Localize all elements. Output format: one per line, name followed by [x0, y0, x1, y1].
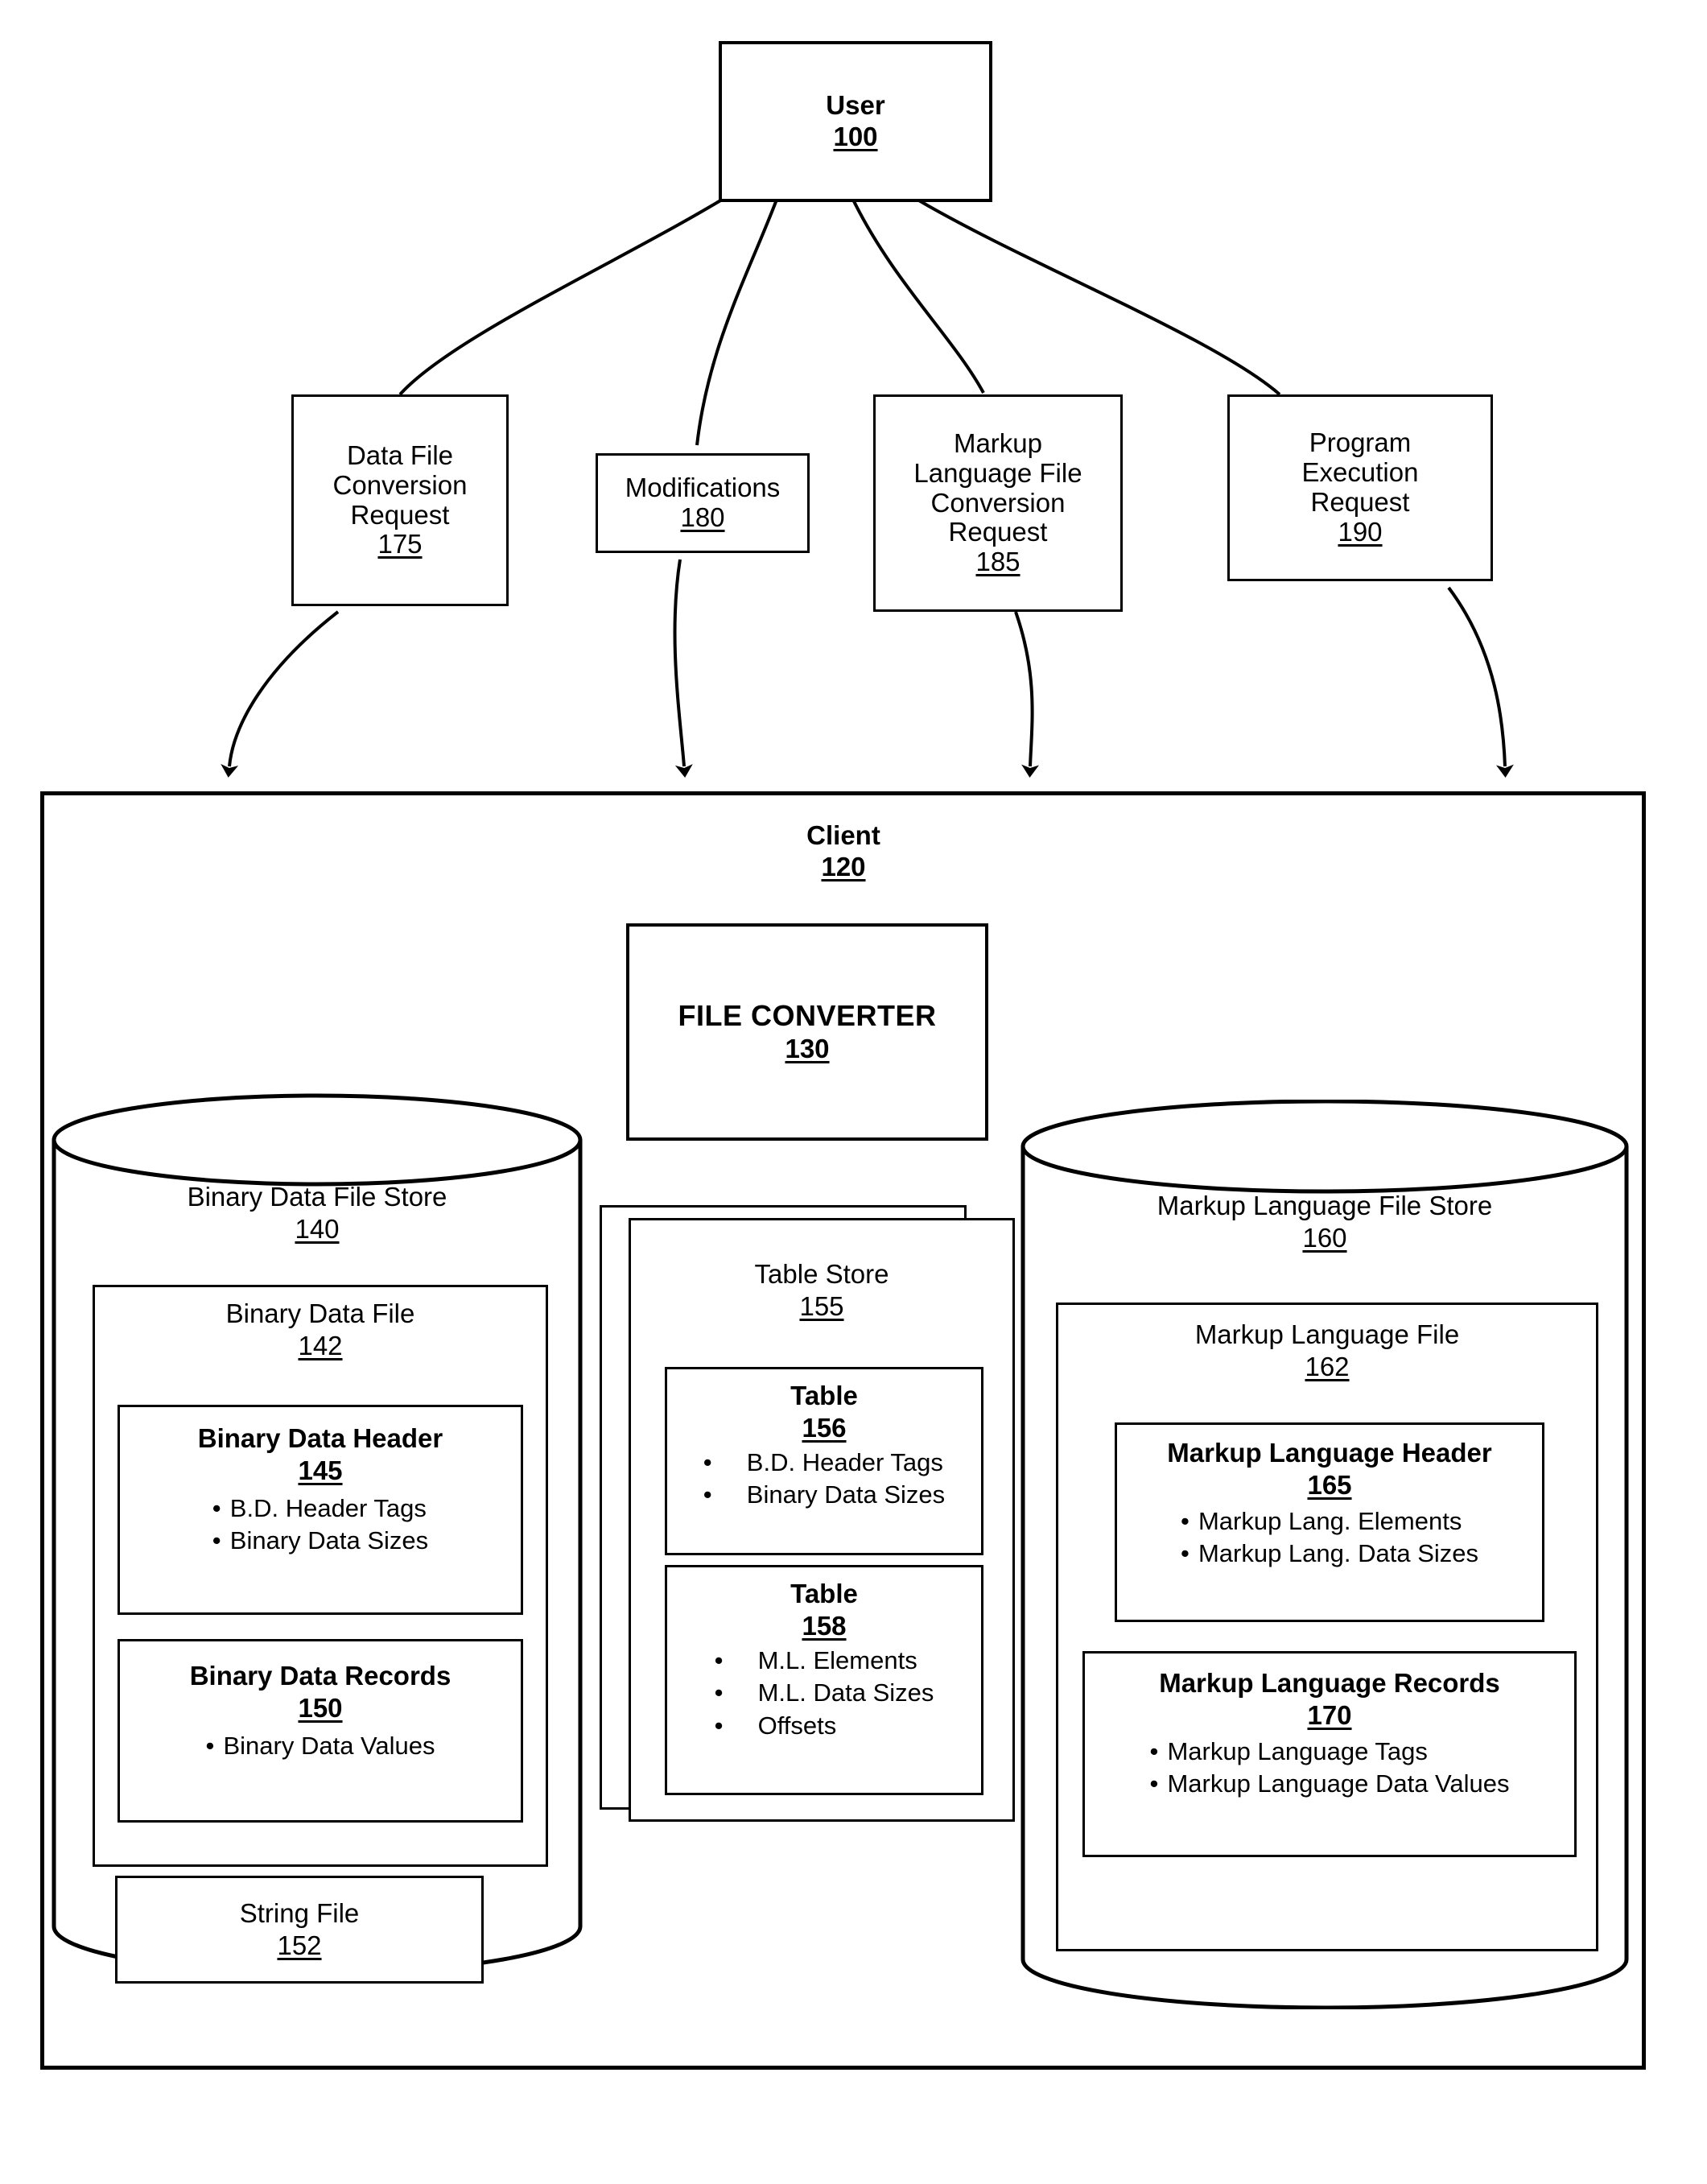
- request-line-2: Conversion: [332, 469, 468, 500]
- markup-language-records-box: Markup Language Records 170 Markup Langu…: [1082, 1651, 1577, 1857]
- file-converter-number: 130: [785, 1033, 830, 1063]
- markup-language-file-store-cylinder: Markup Language File Store 160 Markup La…: [1020, 1100, 1629, 2009]
- markup-language-header-box: Markup Language Header 165 Markup Lang. …: [1115, 1422, 1544, 1622]
- binary-data-records-title: Binary Data Records: [189, 1661, 451, 1691]
- markup-language-records-number: 170: [1307, 1700, 1352, 1730]
- list-item: Markup Language Data Values: [1149, 1768, 1509, 1800]
- markup-language-file-title: Markup Language File: [1194, 1319, 1460, 1349]
- request-line-1: Data File: [346, 440, 454, 470]
- table-158-items: M.L. Elements M.L. Data Sizes Offsets: [715, 1645, 934, 1742]
- request-box-program-execution: Program Execution Request 190: [1227, 394, 1493, 581]
- markup-store-title: Markup Language File Store: [1157, 1191, 1493, 1220]
- user-number: 100: [833, 122, 878, 151]
- list-item: Markup Lang. Data Sizes: [1181, 1538, 1478, 1570]
- binary-data-file-number: 142: [298, 1331, 343, 1360]
- list-item: Markup Lang. Elements: [1181, 1505, 1478, 1538]
- binary-data-file-store-cylinder: Binary Data File Store 140 Binary Data F…: [52, 1093, 583, 1984]
- file-converter-box: FILE CONVERTER 130: [626, 923, 988, 1141]
- markup-language-file-number: 162: [1305, 1352, 1350, 1381]
- table-158-number: 158: [802, 1611, 847, 1641]
- binary-data-header-items: B.D. Header Tags Binary Data Sizes: [212, 1492, 428, 1558]
- table-store-group: Table Store 155 Table 156 B.D. Header Ta…: [600, 1205, 1015, 1822]
- file-converter-title: FILE CONVERTER: [678, 999, 937, 1033]
- binary-store-number: 140: [295, 1214, 340, 1244]
- request-line-1: Modifications: [625, 473, 781, 503]
- table-156-number: 156: [802, 1413, 847, 1443]
- request-line-2: Execution: [1301, 457, 1419, 488]
- table-store-title: Table Store: [754, 1259, 889, 1289]
- request-line-2: Language File: [913, 457, 1082, 488]
- client-title: Client: [806, 820, 880, 851]
- binary-data-records-items: Binary Data Values: [205, 1730, 435, 1762]
- request-number: 185: [975, 547, 1020, 577]
- request-number: 180: [680, 502, 725, 532]
- client-number: 120: [821, 852, 866, 881]
- list-item: Binary Data Sizes: [212, 1525, 428, 1557]
- markup-language-header-number: 165: [1307, 1470, 1352, 1500]
- markup-language-header-items: Markup Lang. Elements Markup Lang. Data …: [1181, 1505, 1478, 1571]
- binary-data-header-number: 145: [298, 1455, 343, 1485]
- request-number: 175: [377, 529, 423, 559]
- request-box-markup-language-conversion: Markup Language File Conversion Request …: [873, 394, 1123, 612]
- list-item: B.D. Header Tags: [212, 1492, 428, 1525]
- markup-language-header-title: Markup Language Header: [1167, 1438, 1492, 1468]
- markup-language-records-items: Markup Language Tags Markup Language Dat…: [1149, 1736, 1509, 1801]
- binary-data-records-number: 150: [298, 1693, 343, 1723]
- request-line-3: Request: [1310, 487, 1410, 517]
- list-item: Offsets: [715, 1710, 934, 1742]
- binary-data-file-title: Binary Data File: [225, 1298, 415, 1328]
- user-to-request-lines: [398, 198, 1281, 446]
- markup-language-records-title: Markup Language Records: [1159, 1668, 1500, 1698]
- list-item: Binary Data Sizes: [703, 1479, 945, 1511]
- binary-data-records-box: Binary Data Records 150 Binary Data Valu…: [118, 1639, 523, 1823]
- string-file-title: String File: [239, 1898, 360, 1928]
- table-158-box: Table 158 M.L. Elements M.L. Data Sizes …: [665, 1565, 983, 1795]
- binary-data-file-box: Binary Data File 142 Binary Data Header …: [93, 1285, 548, 1867]
- request-line-3: Request: [350, 499, 450, 530]
- markup-store-number: 160: [1302, 1223, 1347, 1253]
- binary-data-header-title: Binary Data Header: [197, 1423, 443, 1453]
- binary-store-title: Binary Data File Store: [187, 1182, 447, 1212]
- request-line-3: Conversion: [930, 487, 1066, 518]
- request-line-4: Request: [948, 517, 1048, 547]
- request-number: 190: [1338, 516, 1383, 547]
- client-label: Client 120: [723, 813, 964, 890]
- list-item: B.D. Header Tags: [703, 1447, 945, 1479]
- list-item: Binary Data Values: [205, 1730, 435, 1762]
- request-box-data-file-conversion: Data File Conversion Request 175: [291, 394, 509, 606]
- table-store-panel: Table Store 155 Table 156 B.D. Header Ta…: [629, 1218, 1015, 1822]
- request-line-1: Program: [1309, 427, 1412, 458]
- binary-data-header-box: Binary Data Header 145 B.D. Header Tags …: [118, 1405, 523, 1615]
- request-box-modifications: Modifications 180: [596, 453, 810, 553]
- request-line-1: Markup: [953, 427, 1043, 458]
- user-title: User: [826, 90, 885, 121]
- list-item: Markup Language Tags: [1149, 1736, 1509, 1768]
- user-box: User 100: [719, 41, 992, 202]
- list-item: M.L. Data Sizes: [715, 1677, 934, 1709]
- string-file-box: String File 152: [115, 1876, 484, 1984]
- figure-canvas: User 100 Data File Conversion Request 17…: [0, 0, 1707, 2184]
- table-156-box: Table 156 B.D. Header Tags Binary Data S…: [665, 1367, 983, 1555]
- table-156-title: Table: [790, 1381, 858, 1410]
- table-store-number: 155: [799, 1291, 844, 1321]
- table-156-items: B.D. Header Tags Binary Data Sizes: [703, 1447, 945, 1512]
- list-item: M.L. Elements: [715, 1645, 934, 1677]
- table-158-title: Table: [790, 1579, 858, 1608]
- markup-language-file-box: Markup Language File 162 Markup Language…: [1056, 1303, 1598, 1951]
- string-file-number: 152: [277, 1930, 322, 1960]
